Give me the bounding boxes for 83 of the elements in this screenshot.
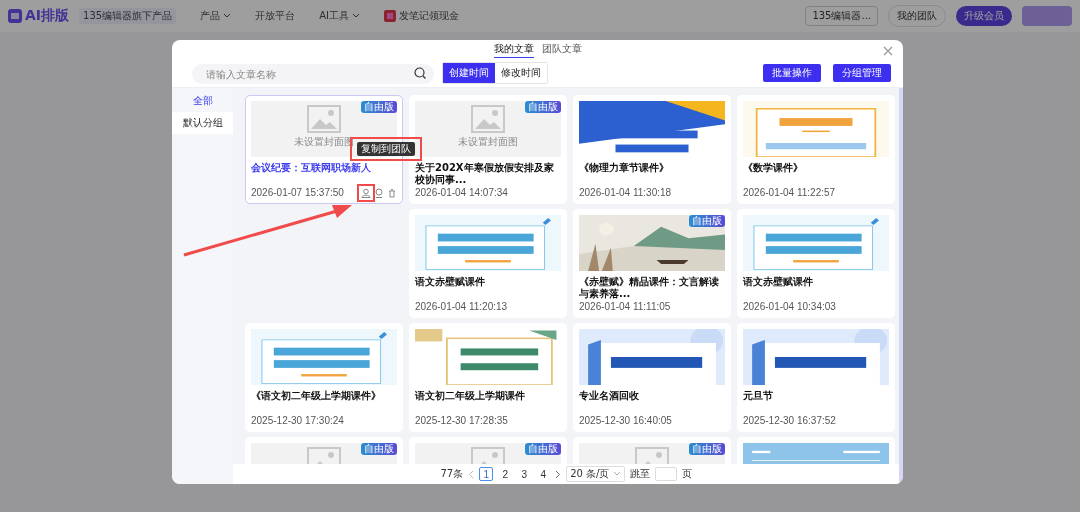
article-title: 语文初二年级上学期课件 xyxy=(415,390,526,402)
article-card[interactable]: 语文赤壁赋课件 2026-01-04 11:20:13 xyxy=(409,209,567,318)
gift-icon xyxy=(383,10,396,22)
article-date: 2026-01-04 11:11:05 xyxy=(579,301,672,312)
page-size-select[interactable]: 20 条/页 xyxy=(566,466,625,482)
article-card[interactable]: 《语文初二年级上学期课件》 2025-12-30 17:30:24 xyxy=(245,323,403,432)
article-card[interactable]: 自由版 xyxy=(573,437,731,464)
chevron-down-icon xyxy=(612,471,621,477)
image-placeholder-icon xyxy=(307,105,341,133)
article-title: 会议纪要：互联网职场新人 xyxy=(251,162,372,174)
article-card[interactable]: 《数学课件》 2026-01-04 11:22:57 xyxy=(737,95,895,204)
total-count: 77条 xyxy=(440,467,464,481)
chevron-down-icon xyxy=(351,13,360,19)
article-date: 2026-01-04 11:22:57 xyxy=(743,187,837,198)
sort-toggle[interactable]: 创建时间 xyxy=(443,62,495,83)
article-card[interactable]: 语文初二年级上学期课件 2025-12-30 17:28:35 xyxy=(409,323,567,432)
article-title: 元旦节 xyxy=(743,390,774,402)
edition-badge: 自由版 xyxy=(689,443,725,455)
page-button[interactable]: 1 xyxy=(479,467,494,481)
article-card[interactable]: 《物理力章节课件》 2026-01-04 11:30:18 xyxy=(573,95,731,204)
article-date: 2026-01-04 14:07:34 xyxy=(415,187,509,198)
article-card[interactable]: 自由版 xyxy=(409,437,567,464)
article-title: 《语文初二年级上学期课件》 xyxy=(251,390,382,402)
article-date: 2025-12-30 16:37:52 xyxy=(743,415,837,426)
upgrade-button[interactable]: 升级会员 xyxy=(956,6,1012,26)
menu-item[interactable]: 开放平台 xyxy=(255,9,296,23)
article-date: 2026-01-04 10:34:03 xyxy=(743,301,837,312)
editor-select[interactable]: 135编辑器... xyxy=(805,6,878,26)
jump-label: 跳至 xyxy=(629,467,650,481)
article-card[interactable]: 自由版 xyxy=(245,437,403,464)
edition-badge: 自由版 xyxy=(689,215,725,227)
search-field[interactable]: 请输入文章名称 xyxy=(192,64,434,84)
logo-icon xyxy=(8,9,22,23)
menu-item[interactable]: 产品 xyxy=(200,9,232,23)
article-title: 《物理力章节课件》 xyxy=(579,162,670,174)
article-card[interactable]: 元旦节 2025-12-30 16:37:52 xyxy=(737,323,895,432)
article-title: 关于202X年寒假放假安排及家校协同事... xyxy=(415,162,555,186)
article-title: 《赤壁赋》精品课件：文言解读与素养落... xyxy=(579,276,720,300)
article-card[interactable]: 专业名酒回收 2025-12-30 16:40:05 xyxy=(573,323,731,432)
article-card[interactable]: 自由版 《赤壁赋》精品课件：文言解读与素养落... 2026-01-04 11:11:05 xyxy=(573,209,731,318)
action-button[interactable]: 批量操作 xyxy=(763,63,821,82)
user-icon xyxy=(374,187,384,198)
previous-icon xyxy=(468,469,475,479)
article-date: 2025-12-30 16:40:05 xyxy=(579,415,673,426)
trash-icon xyxy=(387,187,397,198)
article-date: 2026-01-04 11:30:18 xyxy=(579,187,673,198)
article-date: 2026-01-04 11:20:13 xyxy=(415,301,509,312)
article-date: 2026-01-07 15:37:50 xyxy=(251,187,345,198)
chevron-down-icon xyxy=(223,13,232,19)
article-title: 《数学课件》 xyxy=(743,162,804,174)
article-title: 专业名酒回收 xyxy=(579,390,640,402)
article-title: 语文赤壁赋课件 xyxy=(415,276,486,288)
highlight-box xyxy=(357,184,375,202)
next-icon xyxy=(555,469,562,479)
page-button[interactable]: 4 xyxy=(536,467,551,481)
search-icon xyxy=(414,66,426,79)
close-icon xyxy=(883,46,893,56)
edition-badge: 自由版 xyxy=(525,443,561,455)
product-badge: 135编辑器旗下产品 xyxy=(79,8,177,24)
action-button[interactable]: 分组管理 xyxy=(833,63,891,82)
article-date: 2025-12-30 17:28:35 xyxy=(415,415,509,426)
menu-item[interactable]: AI工具 xyxy=(319,9,360,23)
page-button[interactable]: 3 xyxy=(517,467,532,481)
page-unit: 页 xyxy=(681,467,692,481)
tab[interactable]: 团队文章 xyxy=(541,41,582,58)
page-input[interactable] xyxy=(654,467,677,481)
group-item[interactable]: 默认分组 xyxy=(172,112,233,134)
tab[interactable]: 我的文章 xyxy=(493,41,534,58)
image-placeholder-icon xyxy=(471,105,505,133)
tooltip: 复制到团队 xyxy=(357,142,415,156)
logo-text: AI排版 xyxy=(25,7,70,25)
article-card[interactable]: 语文赤壁赋课件 2026-01-04 10:34:03 xyxy=(737,209,895,318)
edition-badge: 自由版 xyxy=(361,443,397,455)
article-date: 2025-12-30 17:30:24 xyxy=(251,415,345,426)
team-icon xyxy=(361,187,371,198)
cover-placeholder-text: 未设置封面图 xyxy=(458,136,518,148)
edition-badge: 自由版 xyxy=(361,101,397,113)
team-button[interactable]: 我的团队 xyxy=(888,5,946,27)
article-title: 语文赤壁赋课件 xyxy=(743,276,814,288)
menu-item[interactable]: 发笔记领现金 xyxy=(383,9,459,23)
edition-badge: 自由版 xyxy=(525,101,561,113)
avatar[interactable] xyxy=(1022,6,1072,26)
page-button[interactable]: 2 xyxy=(498,467,513,481)
